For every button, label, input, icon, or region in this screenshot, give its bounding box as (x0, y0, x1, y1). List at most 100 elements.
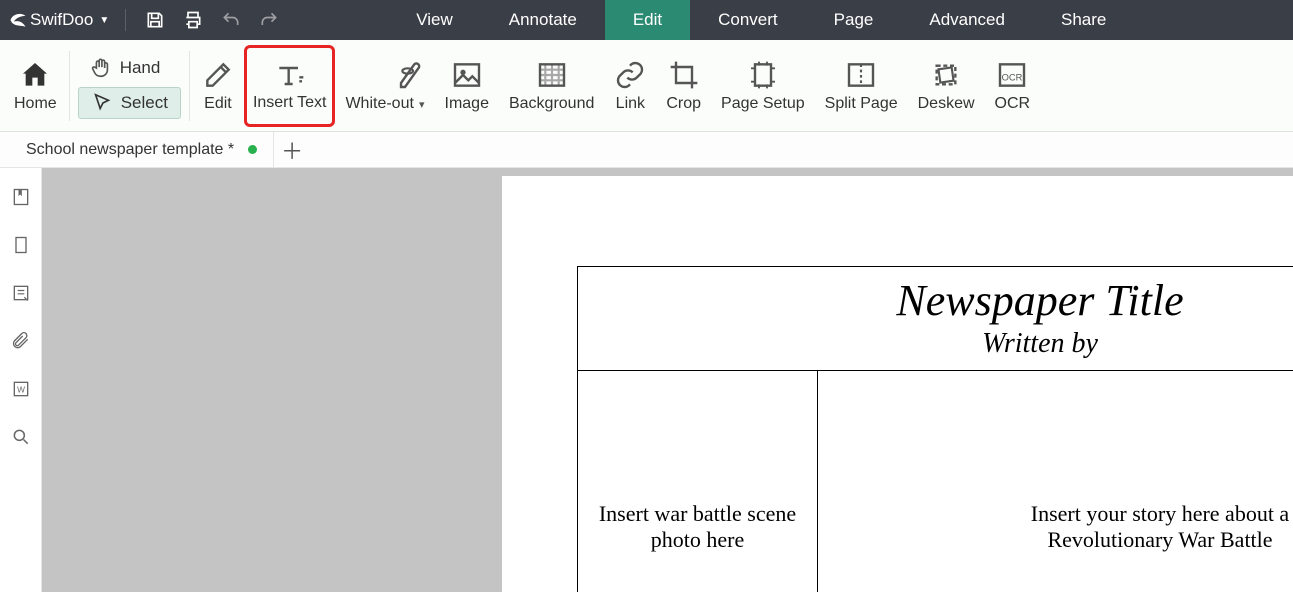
print-button[interactable] (174, 0, 212, 40)
deskew-icon (930, 59, 962, 91)
edit-button[interactable]: Edit (192, 40, 244, 131)
insert-text-label: Insert Text (253, 94, 327, 112)
select-tool[interactable]: Select (78, 87, 181, 119)
save-button[interactable] (136, 0, 174, 40)
insert-text-icon (274, 60, 306, 92)
main-menu: View Annotate Edit Convert Page Advanced… (388, 0, 1134, 40)
page-icon (11, 235, 31, 255)
annotate-icon (11, 283, 31, 303)
search-icon (11, 427, 31, 447)
new-tab-button[interactable]: ＋ (274, 132, 310, 168)
undo-button[interactable] (212, 0, 250, 40)
title-bar-left: SwifDoo ▼ (0, 0, 288, 40)
hand-icon (90, 57, 112, 79)
document-page[interactable]: Newspaper Title Written by Insert war ba… (502, 176, 1293, 592)
word-icon: W (11, 379, 31, 399)
background-label: Background (509, 95, 594, 113)
select-icon (91, 92, 113, 114)
deskew-button[interactable]: Deskew (908, 40, 985, 131)
ocr-button[interactable]: OCR OCR (985, 40, 1041, 131)
app-menu-caret-icon: ▼ (99, 15, 109, 26)
app-logo-icon (8, 10, 28, 30)
split-page-label: Split Page (825, 95, 898, 113)
select-label: Select (121, 93, 168, 113)
split-page-button[interactable]: Split Page (815, 40, 908, 131)
image-button[interactable]: Image (435, 40, 499, 131)
bookmarks-panel-button[interactable] (10, 186, 32, 208)
split-page-icon (845, 59, 877, 91)
newspaper-body: Insert war battle scene photo here Inser… (578, 371, 1293, 592)
home-label: Home (14, 95, 57, 113)
left-sidebar: W (0, 168, 42, 592)
menu-share[interactable]: Share (1033, 0, 1134, 40)
title-bar: SwifDoo ▼ View Annotate Edit Convert Pag… (0, 0, 1293, 40)
whiteout-label: White-out ▾ (345, 95, 424, 113)
print-icon (183, 10, 203, 30)
document-tabs: School newspaper template * ＋ (0, 132, 1293, 168)
convert-panel-button[interactable]: W (10, 378, 32, 400)
image-label: Image (445, 95, 489, 113)
link-label: Link (616, 95, 645, 113)
redo-icon (259, 10, 279, 30)
col1-text: Insert war battle scene photo here (598, 501, 798, 553)
background-button[interactable]: Background (499, 40, 604, 131)
whiteout-button[interactable]: White-out ▾ (335, 40, 434, 131)
crop-label: Crop (666, 95, 701, 113)
paperclip-icon (11, 331, 31, 351)
background-icon (536, 59, 568, 91)
whiteout-icon (393, 59, 425, 91)
svg-text:OCR: OCR (1002, 72, 1023, 82)
ribbon: Home Hand Select Edit Insert Text White-… (0, 40, 1293, 132)
main-area: W Newspaper Title Written by Insert war … (0, 168, 1293, 592)
newspaper-photo-placeholder: Insert war battle scene photo here (578, 371, 818, 592)
svg-text:W: W (17, 384, 25, 394)
page-setup-label: Page Setup (721, 95, 805, 113)
thumbnails-panel-button[interactable] (10, 234, 32, 256)
insert-text-button[interactable]: Insert Text (244, 45, 336, 127)
search-panel-button[interactable] (10, 426, 32, 448)
separator (69, 51, 70, 121)
hand-tool[interactable]: Hand (78, 53, 181, 83)
newspaper-subtitle: Written by (578, 328, 1293, 360)
home-button[interactable]: Home (4, 40, 67, 131)
newspaper-title: Newspaper Title (578, 275, 1293, 326)
document-tab[interactable]: School newspaper template * (10, 132, 274, 167)
image-icon (451, 59, 483, 91)
menu-page[interactable]: Page (806, 0, 902, 40)
document-tab-title: School newspaper template * (26, 141, 234, 159)
bookmark-icon (11, 187, 31, 207)
ocr-label: OCR (995, 95, 1031, 113)
annotations-panel-button[interactable] (10, 282, 32, 304)
app-name: SwifDoo (30, 10, 93, 30)
edit-label: Edit (204, 95, 232, 113)
page-setup-icon (747, 59, 779, 91)
newspaper-header: Newspaper Title Written by (578, 267, 1293, 371)
menu-edit[interactable]: Edit (605, 0, 690, 40)
attachments-panel-button[interactable] (10, 330, 32, 352)
save-icon (145, 10, 165, 30)
menu-annotate[interactable]: Annotate (481, 0, 605, 40)
canvas[interactable]: Newspaper Title Written by Insert war ba… (42, 168, 1293, 592)
link-icon (614, 59, 646, 91)
newspaper-frame: Newspaper Title Written by Insert war ba… (577, 266, 1293, 592)
app-brand[interactable]: SwifDoo ▼ (0, 0, 115, 40)
menu-view[interactable]: View (388, 0, 481, 40)
edit-icon (202, 59, 234, 91)
undo-icon (221, 10, 241, 30)
separator (189, 51, 190, 121)
menu-convert[interactable]: Convert (690, 0, 806, 40)
col2-text: Insert your story here about a Revolutio… (980, 501, 1293, 553)
link-button[interactable]: Link (604, 40, 656, 131)
plus-icon: ＋ (281, 134, 303, 166)
unsaved-indicator-icon (248, 145, 257, 154)
hand-label: Hand (120, 58, 161, 78)
hand-select-group: Hand Select (72, 40, 187, 131)
menu-advanced[interactable]: Advanced (901, 0, 1033, 40)
page-setup-button[interactable]: Page Setup (711, 40, 815, 131)
ocr-icon: OCR (996, 59, 1028, 91)
chevron-down-icon: ▾ (416, 99, 425, 111)
crop-icon (668, 59, 700, 91)
crop-button[interactable]: Crop (656, 40, 711, 131)
redo-button[interactable] (250, 0, 288, 40)
deskew-label: Deskew (918, 95, 975, 113)
